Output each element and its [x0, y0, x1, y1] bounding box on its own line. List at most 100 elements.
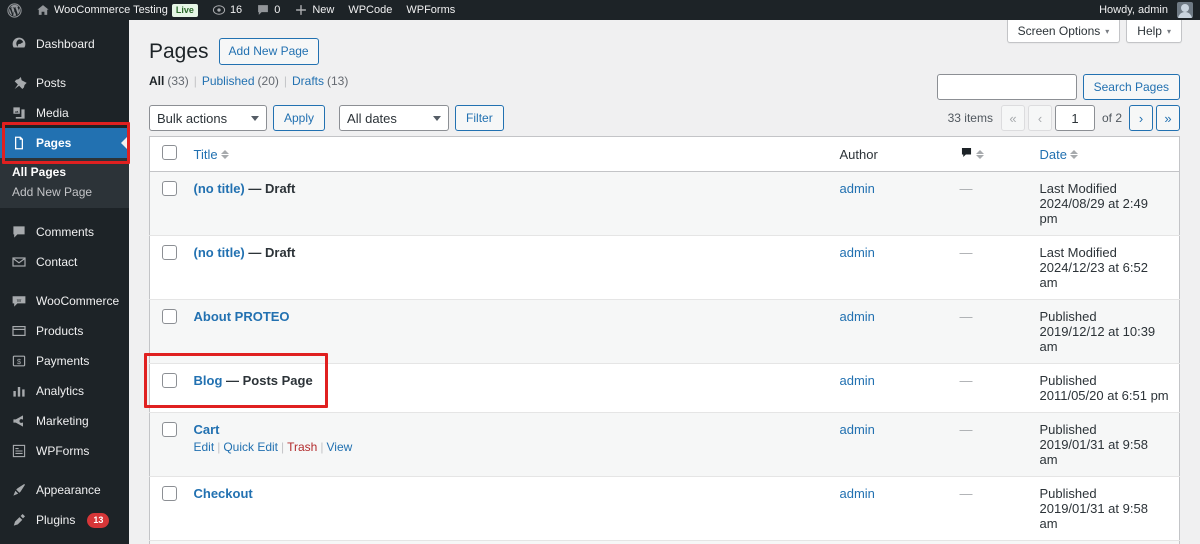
site-home-button[interactable]: WooCommerce Testing Live	[29, 0, 205, 20]
site-name-label: WooCommerce Testing	[54, 4, 168, 16]
date-cell: Published 2011/05/20 at 6:51 pm	[1030, 364, 1180, 413]
wordpress-logo-button[interactable]	[0, 0, 29, 20]
date-cell: Published 2019/01/31 at 9:58 am	[1030, 477, 1180, 541]
comments-count: —	[959, 309, 973, 325]
row-checkbox[interactable]	[162, 422, 177, 438]
wpcode-menu[interactable]: WPCode	[341, 0, 399, 20]
eye-icon	[212, 3, 226, 17]
author-link[interactable]: admin	[840, 486, 875, 501]
my-account-menu[interactable]: Howdy, admin	[1092, 0, 1200, 20]
sidebar-item-woocommerce[interactable]: W WooCommerce	[0, 286, 129, 316]
row-checkbox[interactable]	[162, 309, 177, 325]
table-row[interactable]: Checkout admin — Published 2019/01/31 at 9:5…	[149, 477, 1180, 541]
sidebar-item-contact[interactable]: Contact	[0, 247, 129, 277]
current-page-input[interactable]: 1	[1054, 105, 1095, 132]
sidebar-item-wpforms[interactable]: WPForms	[0, 436, 129, 466]
first-page-button[interactable]: «	[1000, 105, 1025, 132]
submenu-item-add-new-page[interactable]: Add New Page	[0, 182, 129, 202]
total-pages-label: of 2	[1101, 111, 1122, 126]
sidebar-item-dashboard[interactable]: Dashboard	[0, 29, 129, 59]
page-title-link[interactable]: Cart	[194, 422, 220, 437]
updates-button[interactable]: 16	[205, 0, 249, 20]
table-row[interactable]: Blog — Posts Page admin — Published 2011/05/…	[149, 364, 1180, 413]
new-content-label: New	[312, 4, 335, 16]
sidebar-item-label: Appearance	[36, 483, 101, 497]
filter-published[interactable]: Published (20) |	[202, 74, 292, 88]
author-cell: admin	[830, 236, 950, 300]
add-new-page-button[interactable]: Add New Page	[218, 38, 319, 66]
sidebar-item-users[interactable]: Users	[0, 535, 129, 544]
filter-button[interactable]: Filter	[455, 105, 504, 132]
sidebar-item-analytics[interactable]: Analytics	[0, 376, 129, 406]
sort-by-date[interactable]: Date	[1040, 147, 1078, 162]
page-title-link[interactable]: About PROTEO	[194, 309, 290, 324]
submenu-item-all-pages[interactable]: All Pages	[0, 162, 129, 182]
sort-by-comments[interactable]	[960, 146, 984, 162]
date-status-label: Published	[1039, 422, 1097, 438]
table-row[interactable]: Cart Edit | Quick Edit | Trash | View admin — Publ…	[149, 412, 1180, 477]
table-row[interactable]: (no title) — Draft admin — Last Modified 202…	[149, 236, 1180, 300]
sidebar-item-plugins[interactable]: Plugins 13	[0, 505, 129, 535]
author-link[interactable]: admin	[840, 181, 875, 196]
sidebar-item-payments[interactable]: $ Payments	[0, 346, 129, 376]
sidebar-item-pages[interactable]: Pages	[0, 128, 129, 158]
sidebar-item-appearance[interactable]: Appearance	[0, 475, 129, 505]
date-timestamp: 2024/08/29 at 2:49 pm	[1039, 196, 1148, 227]
row-checkbox[interactable]	[162, 486, 177, 502]
row-action-edit[interactable]: Edit	[194, 440, 215, 454]
filter-all[interactable]: All (33) |	[149, 74, 202, 88]
sidebar-item-posts[interactable]: Posts	[0, 68, 129, 98]
sidebar-item-label: Plugins	[36, 513, 76, 527]
comments-count-label: 0	[274, 4, 281, 16]
row-checkbox[interactable]	[162, 181, 177, 197]
payments-icon: $	[10, 352, 28, 370]
menu-separator-3	[0, 277, 129, 286]
row-checkbox[interactable]	[162, 245, 177, 261]
author-link[interactable]: admin	[840, 422, 875, 437]
date-column-header: Date	[1029, 136, 1180, 173]
sidebar-item-products[interactable]: Products	[0, 316, 129, 346]
row-action-quick-edit[interactable]: Quick Edit	[223, 440, 278, 454]
sidebar-item-marketing[interactable]: Marketing	[0, 406, 129, 436]
title-column-header: Title	[183, 136, 830, 173]
page-title: Pages	[149, 40, 209, 63]
apply-button[interactable]: Apply	[273, 105, 326, 132]
search-pages-button[interactable]: Search Pages	[1082, 74, 1180, 100]
sort-by-title[interactable]: Title	[194, 147, 229, 162]
page-title-link[interactable]: (no title)	[194, 181, 245, 196]
screen-options-button[interactable]: Screen Options ▾	[1006, 20, 1121, 43]
table-row[interactable]: (no title) — Draft admin — Last Modified 202…	[149, 171, 1180, 236]
author-link[interactable]: admin	[840, 373, 875, 388]
comments-cell: —	[950, 172, 1030, 236]
page-title-link[interactable]: (no title)	[194, 245, 245, 260]
select-all-checkbox[interactable]	[162, 145, 177, 161]
search-input[interactable]	[936, 74, 1077, 100]
next-page-button[interactable]: ›	[1129, 105, 1153, 132]
sidebar-item-label: Media	[36, 106, 69, 120]
page-title-link[interactable]: Blog	[194, 373, 223, 388]
sidebar-item-media[interactable]: Media	[0, 98, 129, 128]
row-checkbox[interactable]	[162, 373, 177, 389]
filter-drafts-link[interactable]: Drafts	[292, 74, 324, 88]
bulk-actions-select[interactable]: Bulk actions	[149, 105, 267, 132]
pages-submenu: All Pages Add New Page	[0, 158, 129, 208]
date-filter-select[interactable]: All dates	[339, 105, 450, 132]
table-row[interactable]: About PROTEO admin — Published 2019/12/12 at…	[149, 299, 1180, 364]
comments-button[interactable]: 0	[249, 0, 287, 20]
filter-all-link[interactable]: All	[149, 74, 164, 88]
prev-page-button[interactable]: ‹	[1027, 105, 1052, 132]
help-label: Help	[1137, 24, 1162, 38]
filter-drafts[interactable]: Drafts (13)	[292, 74, 348, 88]
date-status-label: Published	[1039, 309, 1097, 325]
last-page-button[interactable]: »	[1156, 105, 1180, 132]
help-button[interactable]: Help ▾	[1126, 20, 1182, 43]
sidebar-item-comments[interactable]: Comments	[0, 217, 129, 247]
author-link[interactable]: admin	[840, 245, 875, 260]
row-action-trash[interactable]: Trash	[287, 440, 317, 454]
wpforms-menu[interactable]: WPForms	[399, 0, 462, 20]
author-link[interactable]: admin	[840, 309, 875, 324]
new-content-button[interactable]: New	[287, 0, 341, 20]
filter-published-link[interactable]: Published	[202, 74, 255, 88]
page-title-link[interactable]: Checkout	[194, 486, 253, 501]
row-action-view[interactable]: View	[326, 440, 352, 454]
